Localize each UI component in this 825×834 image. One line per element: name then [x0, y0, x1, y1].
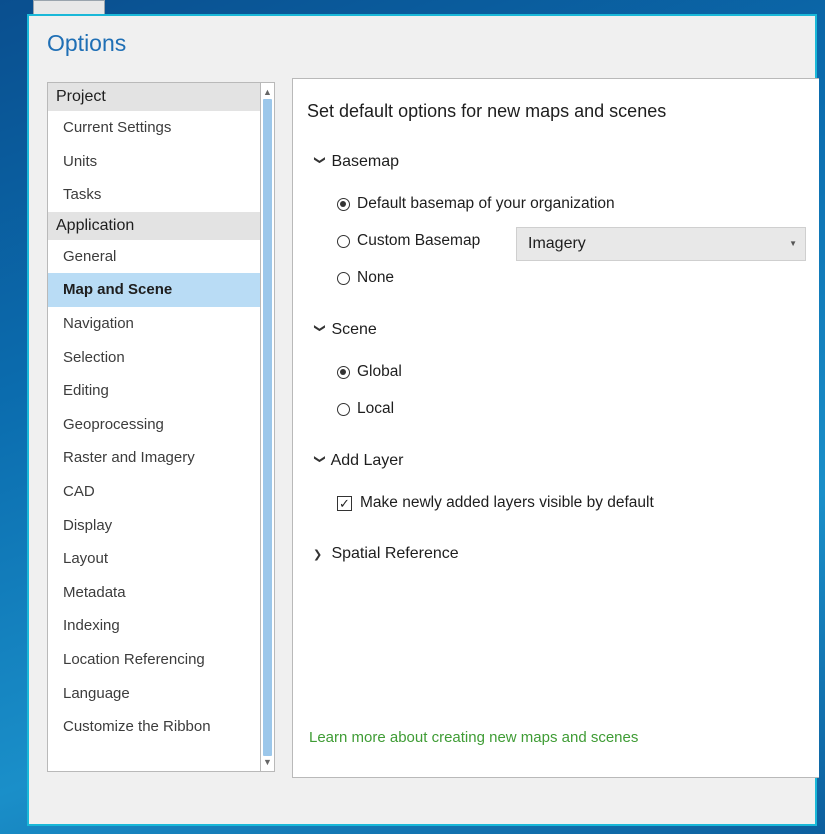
basemap-section-header[interactable]: ❯ Basemap	[313, 153, 400, 171]
chevron-down-icon: ❯	[313, 155, 326, 165]
category-group-application: Application	[48, 211, 260, 240]
radio-button[interactable]	[337, 234, 350, 248]
category-scrollbar[interactable]: ▲ ▼	[261, 82, 275, 772]
background-window-tab	[33, 0, 105, 15]
category-item-current-settings[interactable]: Current Settings	[48, 111, 260, 145]
category-item-indexing[interactable]: Indexing	[48, 609, 260, 643]
category-item-selection[interactable]: Selection	[48, 341, 260, 375]
category-item-geoprocessing[interactable]: Geoprocessing	[48, 408, 260, 442]
chevron-right-icon: ❯	[313, 549, 323, 561]
content-heading: Set default options for new maps and sce…	[307, 101, 667, 121]
category-item-tasks[interactable]: Tasks	[48, 178, 260, 212]
spatial-reference-section-header[interactable]: ❯ Spatial Reference	[313, 545, 459, 563]
spatial-reference-section-title: Spatial Reference	[331, 545, 459, 562]
scene-section-header[interactable]: ❯ Scene	[313, 321, 377, 339]
basemap-section-title: Basemap	[331, 153, 400, 170]
scene-option-global[interactable]: Global	[337, 363, 402, 381]
basemap-option-custom-label: Custom Basemap	[357, 232, 481, 249]
category-item-location-referencing[interactable]: Location Referencing	[48, 643, 260, 677]
category-item-map-and-scene[interactable]: Map and Scene	[48, 273, 260, 307]
basemap-option-none-label: None	[357, 269, 395, 286]
scene-option-global-label: Global	[357, 363, 402, 380]
checkmark-icon[interactable]: ✓	[337, 495, 352, 511]
scene-section-title: Scene	[331, 321, 377, 338]
add-layer-section-title: Add Layer	[330, 452, 404, 469]
chevron-down-icon: ❯	[313, 323, 326, 333]
scene-option-local[interactable]: Local	[337, 400, 394, 418]
add-layer-visible-label: Make newly added layers visible by defau…	[360, 494, 654, 511]
scroll-down-arrow-icon[interactable]: ▼	[261, 755, 274, 769]
basemap-option-custom[interactable]: Custom Basemap	[337, 232, 480, 250]
category-item-raster-and-imagery[interactable]: Raster and Imagery	[48, 441, 260, 475]
category-item-metadata[interactable]: Metadata	[48, 576, 260, 610]
basemap-option-none[interactable]: None	[337, 269, 394, 287]
category-item-customize-the-ribbon[interactable]: Customize the Ribbon	[48, 710, 260, 744]
radio-button[interactable]	[337, 271, 350, 285]
category-item-layout[interactable]: Layout	[48, 542, 260, 576]
radio-button[interactable]	[337, 402, 350, 416]
chevron-down-icon: ❯	[313, 454, 326, 464]
radio-button-checked[interactable]	[337, 365, 350, 379]
category-item-general[interactable]: General	[48, 240, 260, 274]
category-item-units[interactable]: Units	[48, 145, 260, 179]
scroll-up-arrow-icon[interactable]: ▲	[261, 85, 274, 99]
category-item-cad[interactable]: CAD	[48, 475, 260, 509]
basemap-option-default[interactable]: Default basemap of your organization	[337, 195, 615, 213]
radio-button-checked[interactable]	[337, 197, 350, 211]
category-list: Project Current Settings Units Tasks App…	[47, 82, 261, 772]
content-pane: Set default options for new maps and sce…	[292, 78, 819, 778]
learn-more-link[interactable]: Learn more about creating new maps and s…	[309, 729, 638, 746]
category-item-display[interactable]: Display	[48, 509, 260, 543]
category-group-project: Project	[48, 83, 260, 111]
add-layer-visible-option[interactable]: ✓ Make newly added layers visible by def…	[337, 494, 654, 512]
category-item-language[interactable]: Language	[48, 677, 260, 711]
category-item-editing[interactable]: Editing	[48, 374, 260, 408]
category-item-navigation[interactable]: Navigation	[48, 307, 260, 341]
dialog-title: Options	[47, 30, 127, 56]
basemap-option-default-label: Default basemap of your organization	[357, 195, 615, 212]
add-layer-section-header[interactable]: ❯ Add Layer	[313, 452, 404, 470]
custom-basemap-dropdown[interactable]: Imagery ▼	[516, 227, 806, 261]
scene-option-local-label: Local	[357, 400, 395, 417]
custom-basemap-value: Imagery	[528, 235, 586, 252]
options-dialog: Options Project Current Settings Units T…	[27, 14, 819, 826]
triangle-down-icon: ▼	[789, 239, 797, 248]
scroll-thumb[interactable]	[263, 99, 272, 756]
